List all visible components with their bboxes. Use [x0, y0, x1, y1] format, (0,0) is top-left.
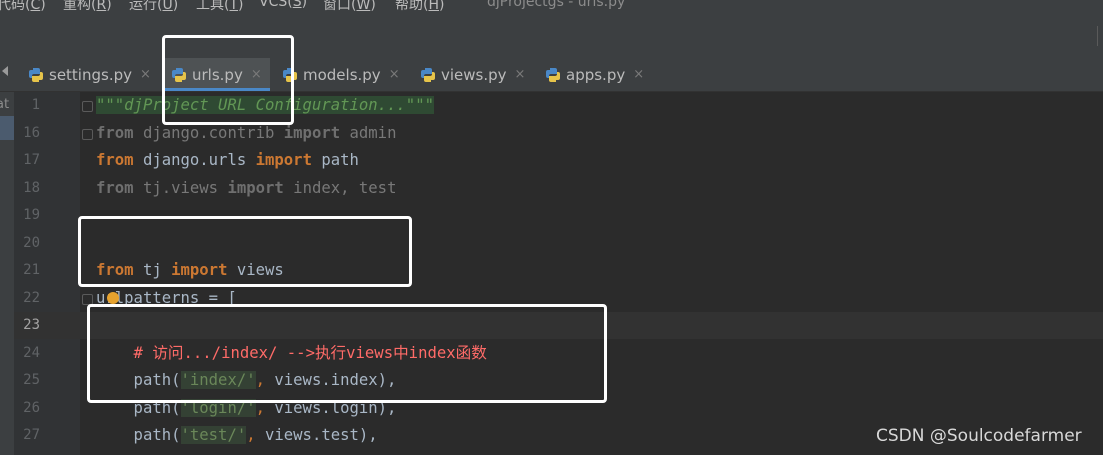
tab-settings[interactable]: settings.py ×	[28, 58, 158, 91]
intention-bulb-icon[interactable]	[107, 292, 119, 304]
tab-label: models.py	[303, 65, 381, 84]
code-token: path(	[96, 426, 181, 444]
code-token: index, test	[283, 179, 397, 197]
code-token: ,	[246, 426, 265, 444]
line-number: 18	[23, 180, 40, 196]
tab-apps[interactable]: apps.py ×	[545, 58, 655, 91]
left-tool-strip	[0, 92, 14, 455]
code-token: django.contrib	[133, 124, 284, 142]
fold-marker-icon[interactable]	[82, 101, 93, 112]
code-token: import	[227, 179, 284, 197]
annotation-box-import	[78, 216, 412, 287]
line-number: 16	[23, 125, 40, 141]
menu-help[interactable]: 帮助(H)	[395, 0, 444, 14]
code-token: import	[255, 151, 312, 169]
line-number: 24	[23, 345, 40, 361]
line-number: 22	[23, 290, 40, 306]
menu-code[interactable]: 代码(C)	[0, 0, 46, 14]
annotation-box-path	[87, 304, 607, 403]
code-token: admin	[340, 124, 397, 142]
close-icon[interactable]: ×	[389, 67, 400, 82]
toolbar-divider	[1097, 26, 1098, 46]
tab-label: apps.py	[566, 65, 626, 84]
line-number: 17	[23, 152, 40, 168]
close-icon[interactable]: ×	[515, 67, 526, 82]
line-number: 27	[23, 427, 40, 443]
menu-vcs[interactable]: VCS(S)	[259, 0, 307, 10]
tab-views[interactable]: views.py ×	[420, 58, 535, 91]
code-token: 'test/'	[180, 426, 247, 444]
menu-tools[interactable]: 工具(T)	[196, 0, 244, 14]
menu-bar: 代码(C) 重构(R) 运行(U) 工具(T) VCS(S) 窗口(W) 帮助(…	[0, 0, 1103, 14]
annotation-box-tab	[162, 35, 294, 125]
tab-models[interactable]: models.py ×	[282, 58, 410, 91]
line-number: 26	[23, 400, 40, 416]
left-strip-selection	[0, 116, 14, 140]
code-line[interactable]: from tj.views import index, test	[96, 175, 396, 202]
watermark: CSDN @Soulcodefarmer	[876, 426, 1082, 446]
code-token: from	[96, 151, 134, 169]
close-icon[interactable]: ×	[633, 67, 644, 82]
tab-label: views.py	[441, 65, 507, 84]
line-number: 23	[23, 317, 40, 333]
code-token: tj.views	[133, 179, 228, 197]
line-number: 1	[31, 97, 40, 113]
code-token: path	[311, 151, 359, 169]
menu-run[interactable]: 运行(U)	[129, 0, 178, 14]
menu-window[interactable]: 窗口(W)	[323, 0, 376, 14]
fold-marker-icon[interactable]	[82, 129, 93, 140]
close-icon[interactable]: ×	[140, 67, 151, 82]
line-number: 21	[23, 262, 40, 278]
code-token: from	[96, 179, 134, 197]
menu-refactor[interactable]: 重构(R)	[63, 0, 112, 14]
window-title: djProjectgs - urls.py	[487, 0, 626, 10]
code-token: import	[283, 124, 341, 142]
line-number: 20	[23, 235, 40, 251]
python-file-icon	[420, 67, 436, 83]
code-token: django.urls	[133, 151, 256, 169]
tab-label: settings.py	[49, 65, 132, 84]
code-token: views.test),	[265, 426, 378, 444]
code-token: from	[96, 124, 134, 142]
code-line[interactable]: from django.urls import path	[96, 147, 359, 174]
python-file-icon	[28, 67, 44, 83]
line-number: 19	[23, 207, 40, 223]
tab-scroll-left-icon[interactable]	[2, 66, 8, 76]
python-file-icon	[545, 67, 561, 83]
line-number: 25	[23, 372, 40, 388]
code-line[interactable]: path('test/', views.test),	[96, 422, 378, 449]
left-strip-label[interactable]: at	[0, 97, 9, 112]
